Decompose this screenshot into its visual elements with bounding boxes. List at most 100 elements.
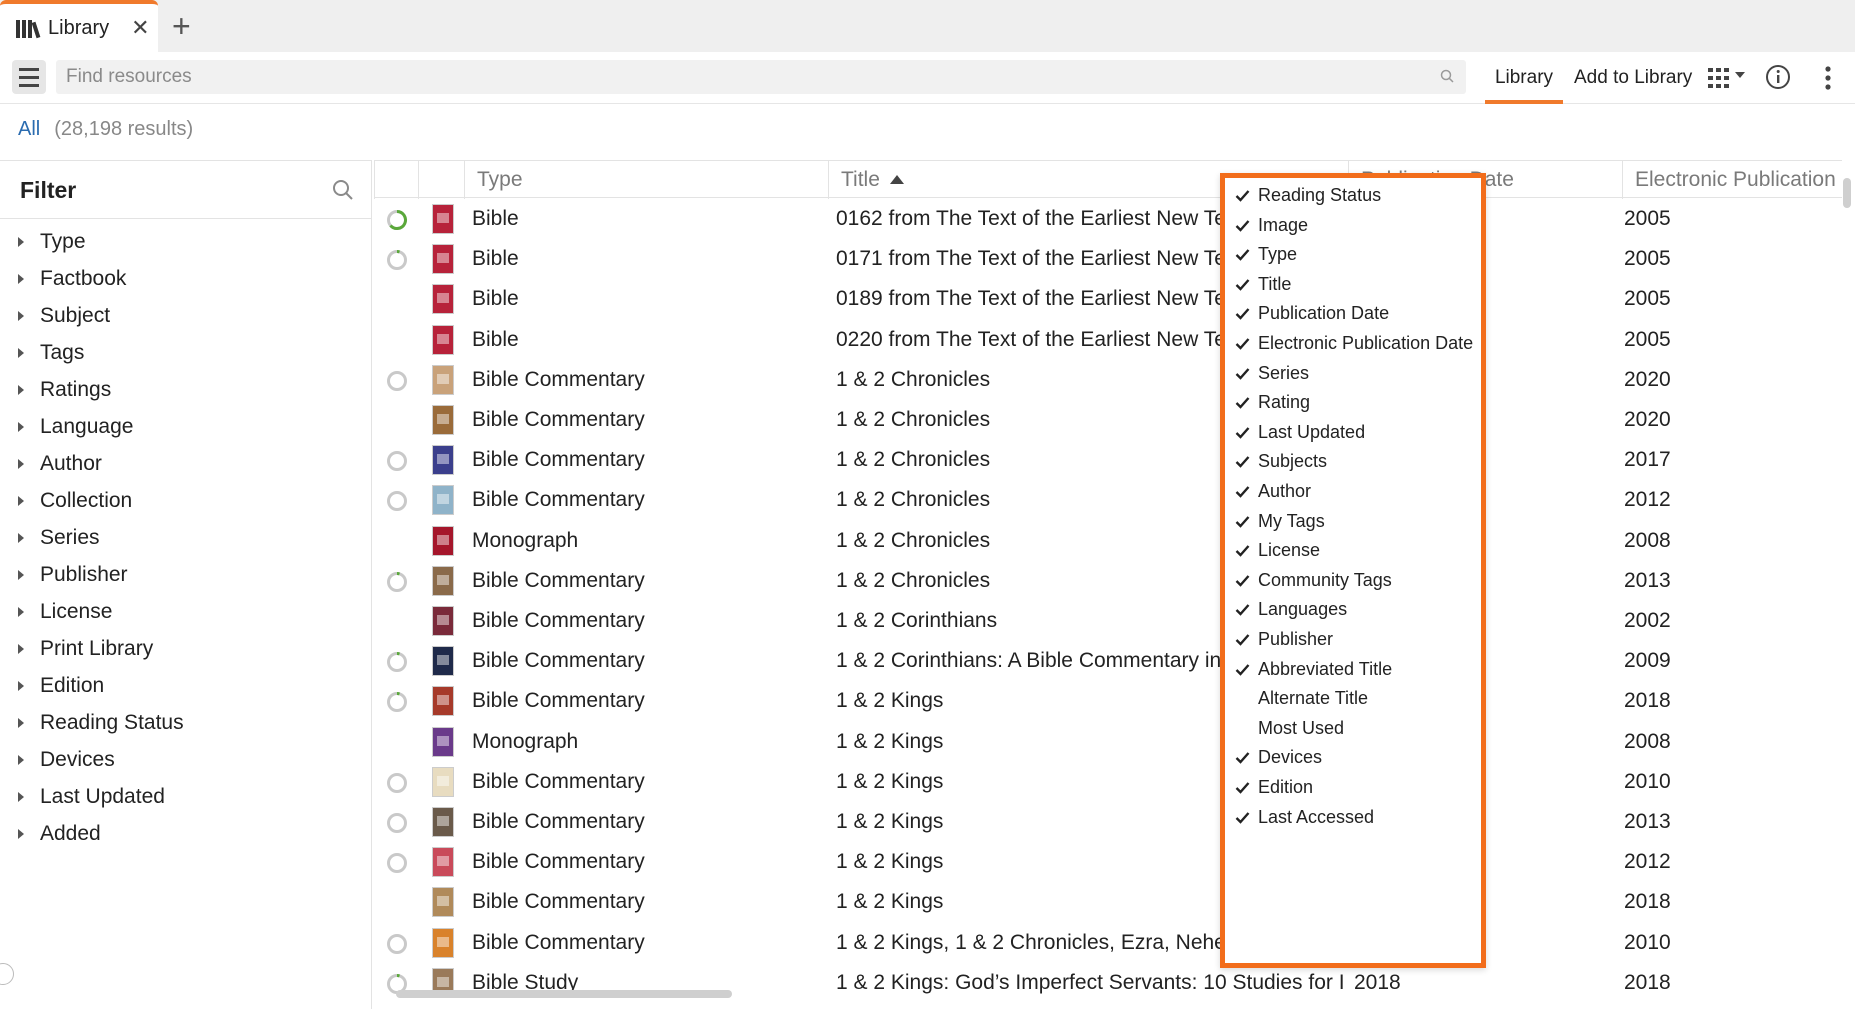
expand-triangle-icon — [18, 273, 24, 284]
vertical-scrollbar[interactable] — [1843, 178, 1851, 208]
cell-electronic-publication: 2013 — [1624, 568, 1671, 592]
expand-triangle-icon — [18, 495, 24, 506]
cell-electronic-publication: 2005 — [1624, 247, 1671, 271]
cell-title: 1 & 2 Kings: God’s Imperfect Servants: 1… — [836, 970, 1343, 994]
table-row[interactable]: Bible Commentary 1 & 2 Corinthians: A Bib… — [374, 641, 1842, 681]
reading-status-icon[interactable] — [386, 370, 408, 392]
cell-electronic-publication: 2005 — [1624, 287, 1671, 311]
table-row[interactable]: Bible Commentary 1 & 2 Kings 2018 — [374, 681, 1842, 721]
filter-item[interactable]: Author — [0, 445, 371, 482]
filter-item[interactable]: Language — [0, 408, 371, 445]
column-option[interactable]: Last Accessed — [1225, 800, 1481, 835]
more-options-icon[interactable] — [1820, 64, 1836, 92]
cell-type: Bible Commentary — [472, 367, 645, 391]
filter-search-icon[interactable] — [332, 179, 354, 201]
reading-status-icon[interactable] — [386, 691, 408, 713]
filter-item-label: Reading Status — [40, 710, 184, 734]
book-cover-image — [432, 686, 454, 717]
tab-library[interactable]: Library ✕ — [0, 0, 158, 52]
reading-status-icon[interactable] — [386, 852, 408, 874]
column-header-image[interactable] — [418, 161, 464, 199]
reading-status-icon[interactable] — [386, 571, 408, 593]
filter-item[interactable]: License — [0, 593, 371, 630]
table-row[interactable]: Monograph 1 & 2 Kings 2008 — [374, 722, 1842, 762]
book-cover-image — [432, 525, 454, 556]
column-header-electronic-publication[interactable]: Electronic Publication — [1622, 161, 1842, 199]
filter-item[interactable]: Factbook — [0, 260, 371, 297]
column-option-label: Last Accessed — [1258, 806, 1375, 827]
checkmark-icon — [1235, 338, 1250, 350]
cell-electronic-publication: 2018 — [1624, 970, 1671, 994]
filter-item[interactable]: Ratings — [0, 371, 371, 408]
close-icon[interactable]: ✕ — [131, 15, 149, 41]
reading-status-icon[interactable] — [386, 812, 408, 834]
table-row[interactable]: Bible Commentary 1 & 2 Chronicles 2017 — [374, 440, 1842, 480]
column-header-status[interactable] — [374, 161, 418, 199]
filter-title: Filter — [20, 177, 77, 203]
table-row[interactable]: Bible Commentary 1 & 2 Kings 2013 — [374, 802, 1842, 842]
checkmark-icon — [1235, 456, 1250, 469]
filter-item-label: Publisher — [40, 562, 128, 586]
all-filter-link[interactable]: All — [18, 118, 40, 140]
filter-item[interactable]: Collection — [0, 482, 371, 519]
filter-item[interactable]: Series — [0, 519, 371, 556]
toolbar: Library Add to Library — [0, 52, 1855, 104]
filter-item[interactable]: Reading Status — [0, 704, 371, 741]
table-row[interactable]: Bible Commentary 1 & 2 Kings, 1 & 2 Chron… — [374, 923, 1842, 963]
table-header: Type Title Publication Date Electronic P… — [374, 160, 1842, 199]
column-option-label: Alternate Title — [1258, 688, 1369, 709]
table-row[interactable]: Bible Commentary 1 & 2 Chronicles 2012 — [374, 480, 1842, 520]
table-row[interactable]: Bible 0189 from The Text of the Earliest … — [374, 279, 1842, 319]
book-cover-image — [432, 726, 454, 757]
reading-status-icon[interactable] — [386, 933, 408, 955]
expand-triangle-icon — [18, 421, 24, 432]
filter-item[interactable]: Devices — [0, 741, 371, 778]
book-cover-image — [432, 284, 454, 315]
cell-publication-date: 2018 — [1354, 970, 1401, 994]
expand-triangle-icon — [18, 347, 24, 358]
filter-item[interactable]: Tags — [0, 334, 371, 371]
table-row[interactable]: Bible Commentary 1 & 2 Corinthians 2002 — [374, 601, 1842, 641]
column-header-type[interactable]: Type — [464, 161, 828, 199]
menu-icon[interactable] — [12, 60, 46, 94]
reading-status-icon[interactable] — [386, 209, 408, 231]
filter-item[interactable]: Last Updated — [0, 778, 371, 815]
library-view-button[interactable]: Library — [1485, 52, 1563, 104]
cell-type: Bible Commentary — [472, 649, 645, 673]
table-row[interactable]: Bible Commentary 1 & 2 Chronicles 2020 — [374, 360, 1842, 400]
reading-status-icon[interactable] — [386, 249, 408, 271]
column-grid-icon[interactable] — [1708, 66, 1750, 90]
new-tab-button[interactable]: + — [172, 8, 191, 44]
reading-status-icon[interactable] — [386, 490, 408, 512]
filter-item[interactable]: Print Library — [0, 630, 371, 667]
filter-item[interactable]: Publisher — [0, 556, 371, 593]
table-row[interactable]: Bible Commentary 1 & 2 Chronicles 2020 — [374, 400, 1842, 440]
filter-item[interactable]: Added — [0, 815, 371, 852]
add-to-library-button[interactable]: Add to Library — [1574, 52, 1692, 104]
column-option-label: Electronic Publication Date — [1258, 333, 1474, 353]
info-icon[interactable] — [1765, 64, 1791, 90]
search-icon[interactable] — [1440, 69, 1454, 83]
filter-panel: Filter Type Factbook Subject Tags Ratings Lan… — [0, 160, 372, 1009]
table-row[interactable]: Bible Commentary 1 & 2 Kings 2018 — [374, 882, 1842, 922]
table-row[interactable]: Bible Commentary 1 & 2 Kings 2012 — [374, 842, 1842, 882]
checkmark-icon — [1235, 278, 1250, 291]
filter-item[interactable]: Edition — [0, 667, 371, 704]
table-row[interactable]: Bible 0220 from The Text of the Earliest … — [374, 320, 1842, 360]
expand-triangle-icon — [18, 791, 24, 802]
table-row[interactable]: Bible Commentary 1 & 2 Kings 2010 — [374, 762, 1842, 802]
table-row[interactable]: Monograph 1 & 2 Chronicles 2008 — [374, 521, 1842, 561]
filter-item[interactable]: Subject — [0, 297, 371, 334]
reading-status-icon[interactable] — [386, 651, 408, 673]
table-row[interactable]: Bible Commentary 1 & 2 Chronicles 2013 — [374, 561, 1842, 601]
reading-status-icon[interactable] — [386, 450, 408, 472]
table-row[interactable]: Bible 0171 from The Text of the Earliest … — [374, 239, 1842, 279]
search-input[interactable] — [66, 60, 1426, 94]
table-row[interactable]: Bible 0162 from The Text of the Earliest … — [374, 199, 1842, 239]
horizontal-scrollbar[interactable] — [396, 990, 732, 998]
column-option-label: Devices — [1258, 747, 1323, 768]
reading-status-icon[interactable] — [386, 772, 408, 794]
filter-item[interactable]: Type — [0, 223, 371, 260]
cell-type: Bible — [472, 327, 519, 351]
filter-item-label: Collection — [40, 488, 133, 512]
